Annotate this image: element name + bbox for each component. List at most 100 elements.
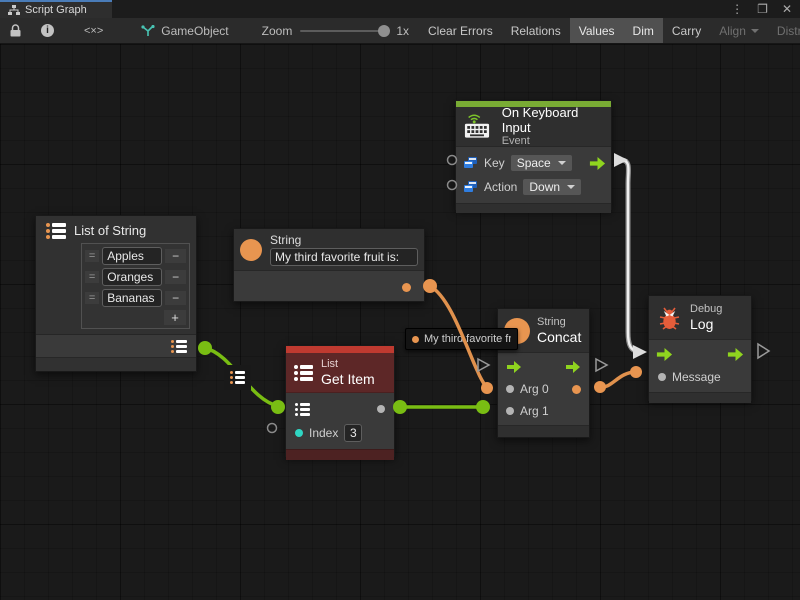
info-icon: i — [41, 24, 54, 37]
node-string-literal[interactable]: String — [233, 228, 425, 302]
add-item-button[interactable]: + — [164, 310, 186, 325]
wire-endpoint[interactable] — [271, 400, 285, 414]
dim-toggle[interactable]: Dim — [624, 18, 663, 43]
list-output-port[interactable] — [171, 340, 187, 353]
graph-canvas[interactable]: On Keyboard Input Event Key Space — [0, 44, 800, 600]
tab-script-graph[interactable]: Script Graph — [0, 0, 112, 18]
value-tooltip: My third favorite fr... — [405, 328, 518, 350]
remove-item-button[interactable]: − — [165, 291, 186, 305]
lock-button[interactable] — [0, 18, 31, 43]
drag-handle[interactable]: = — [85, 250, 99, 262]
unconnected-flow-indicator — [758, 344, 769, 358]
node-footer — [498, 425, 589, 437]
wire-endpoint[interactable] — [393, 400, 407, 414]
wire-endpoint[interactable] — [476, 400, 490, 414]
node-title: On Keyboard Input — [502, 105, 603, 135]
distribute-label: Distribute — [777, 24, 800, 38]
message-input-port[interactable] — [658, 373, 666, 381]
trigger-input-port[interactable] — [506, 361, 522, 373]
unconnected-flow-indicator — [478, 359, 489, 371]
error-color-strip — [286, 346, 394, 353]
index-label: Index — [309, 426, 338, 440]
list-item-input[interactable] — [102, 247, 162, 265]
item-output-port[interactable] — [377, 405, 385, 413]
code-view-button[interactable]: <×> — [64, 18, 123, 43]
trigger-input-port[interactable] — [656, 348, 673, 361]
node-category: List — [321, 358, 375, 371]
message-label: Message — [672, 370, 721, 384]
node-debug-log[interactable]: Debug Log Message — [648, 295, 752, 401]
action-port-label: Action — [484, 180, 517, 194]
list-item-input[interactable] — [102, 268, 162, 286]
arg1-input-port[interactable] — [506, 407, 514, 415]
node-get-item[interactable]: List Get Item Index — [285, 345, 395, 457]
list-output-row — [36, 334, 196, 357]
chevron-down-icon — [751, 29, 759, 33]
flow-arrow-start[interactable] — [614, 153, 628, 167]
arg0-label: Arg 0 — [520, 382, 549, 396]
node-list-of-string[interactable]: List of String = − = − = − — [35, 215, 197, 372]
node-on-keyboard-input[interactable]: On Keyboard Input Event Key Space — [455, 100, 612, 210]
unconnected-flow-indicator — [596, 359, 607, 371]
index-input-port[interactable] — [295, 429, 303, 437]
wire-endpoint[interactable] — [198, 341, 212, 355]
gameobject-reference[interactable]: GameObject — [123, 18, 237, 43]
carry-toggle[interactable]: Carry — [663, 18, 710, 43]
action-dropdown-value: Down — [529, 180, 560, 194]
wire-keyboard-to-log[interactable] — [622, 160, 641, 352]
key-dropdown-value: Space — [517, 156, 551, 170]
list-icon — [294, 365, 313, 381]
index-value-input[interactable] — [344, 424, 362, 442]
lock-icon — [10, 24, 21, 37]
maximize-icon[interactable]: ❐ — [757, 0, 768, 18]
align-dropdown[interactable]: Align — [710, 18, 768, 43]
key-dropdown[interactable]: Space — [511, 155, 572, 171]
values-toggle[interactable]: Values — [570, 18, 624, 43]
code-icon: <×> — [84, 25, 103, 37]
list-input-port[interactable] — [295, 403, 310, 416]
window-controls: ⋮ ❐ ✕ — [731, 0, 792, 18]
wire-endpoint[interactable] — [481, 382, 493, 394]
string-output-port[interactable] — [402, 283, 411, 292]
node-category: Debug — [690, 303, 722, 316]
chevron-down-icon — [567, 185, 575, 189]
wire-endpoint[interactable] — [594, 381, 606, 393]
trigger-output-port[interactable] — [727, 348, 744, 361]
trigger-output-port[interactable] — [589, 157, 606, 170]
node-footer — [286, 449, 394, 460]
drag-handle[interactable]: = — [85, 292, 99, 304]
info-button[interactable]: i — [31, 18, 64, 43]
wire-endpoint[interactable] — [423, 279, 437, 293]
node-title: String — [270, 233, 418, 247]
clear-errors-button[interactable]: Clear Errors — [419, 18, 502, 43]
list-icon — [230, 371, 245, 384]
remove-item-button[interactable]: − — [165, 249, 186, 263]
list-item-input[interactable] — [102, 289, 162, 307]
unconnected-port[interactable] — [268, 424, 277, 433]
zoom-slider[interactable] — [300, 30, 388, 32]
string-value-input[interactable] — [270, 248, 418, 266]
zoom-slider-handle[interactable] — [378, 25, 390, 37]
wire-endpoint[interactable] — [630, 366, 642, 378]
relations-toggle[interactable]: Relations — [502, 18, 570, 43]
wire-concat-to-log[interactable] — [600, 372, 636, 387]
trigger-output-port[interactable] — [565, 361, 581, 373]
node-title: List of String — [74, 223, 146, 238]
flow-arrow-end[interactable] — [633, 345, 647, 359]
node-footer — [649, 392, 751, 403]
distribute-dropdown[interactable]: Distribute — [768, 18, 800, 43]
bug-icon — [657, 305, 682, 331]
wire-keyboard-to-log-core — [622, 160, 641, 352]
remove-item-button[interactable]: − — [165, 270, 186, 284]
key-port-label: Key — [484, 156, 505, 170]
action-dropdown[interactable]: Down — [523, 179, 581, 195]
node-footer — [456, 203, 611, 213]
arg0-input-port[interactable] — [506, 385, 514, 393]
list-icon — [46, 223, 66, 239]
drag-handle[interactable]: = — [85, 271, 99, 283]
input-binding-icon — [464, 157, 478, 169]
result-output-port[interactable] — [572, 385, 581, 394]
menu-icon[interactable]: ⋮ — [731, 0, 743, 18]
zoom-value: 1x — [396, 24, 409, 38]
close-icon[interactable]: ✕ — [782, 0, 792, 18]
